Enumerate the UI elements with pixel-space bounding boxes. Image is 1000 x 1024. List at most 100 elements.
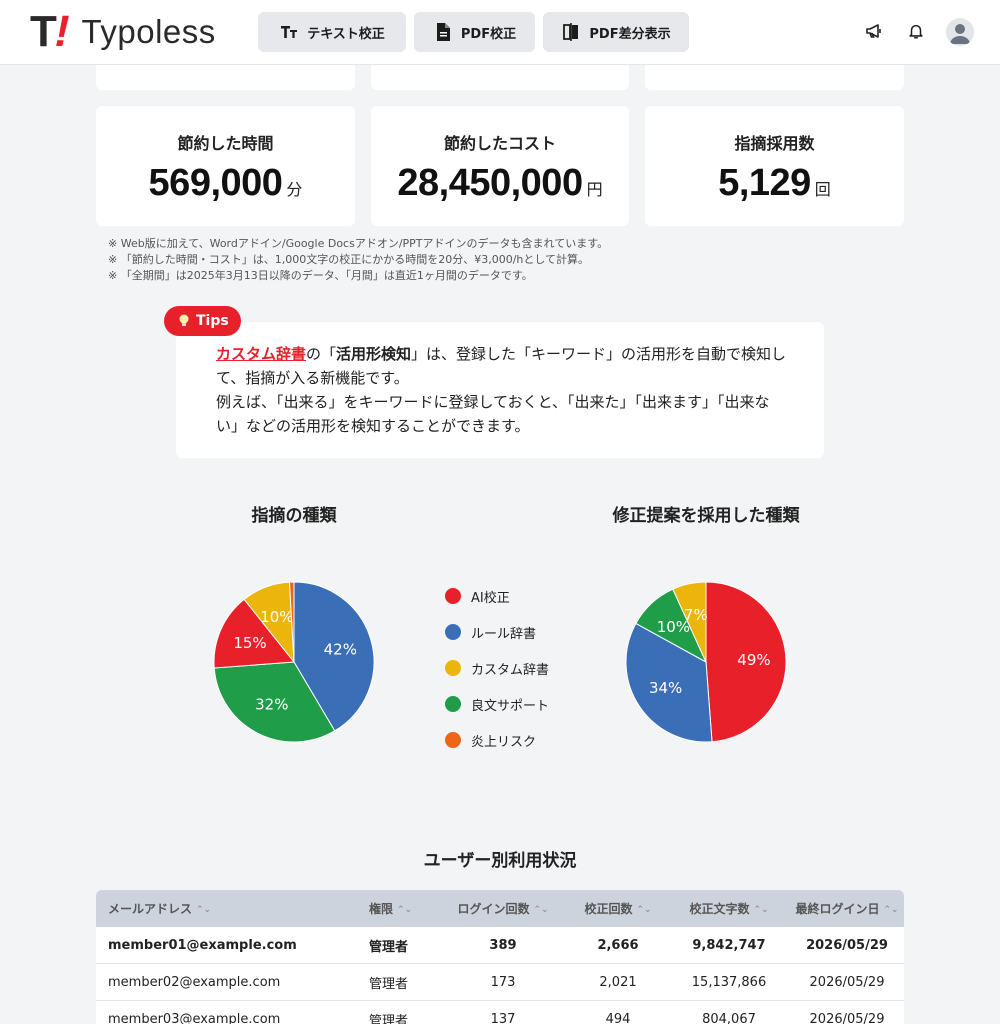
nav-label: PDF校正 — [460, 26, 517, 42]
stat-card-saved-cost: 節約したコスト 28,450,000 円 — [371, 106, 629, 226]
legend-label: AI校正 — [471, 590, 510, 606]
header-label: 校正回数 — [584, 902, 633, 916]
stat-unit: 分 — [286, 180, 303, 199]
stat-number: 569,000 — [148, 162, 283, 204]
logo-word-less: less — [155, 13, 216, 50]
logo-word-typo: Typo — [81, 13, 156, 50]
cell-login-count: 137 — [490, 1011, 516, 1024]
pie-chart-adopted-types: 49%34%10%7% — [625, 581, 787, 743]
cell-proofread-count: 494 — [605, 1011, 631, 1024]
user-usage-title: ユーザー別利用状況 — [423, 851, 577, 871]
header-char-count[interactable]: 校正文字数 ⌃⌄ — [668, 900, 790, 917]
cell-email: member02@example.com — [108, 974, 281, 990]
user-avatar-icon[interactable] — [946, 18, 974, 46]
cell-last-login: 2026/05/29 — [809, 1011, 885, 1024]
header-label: 権限 — [369, 902, 394, 916]
header-email[interactable]: メールアドレス ⌃⌄ — [96, 900, 358, 917]
sort-icon: ⌃⌄ — [753, 904, 769, 915]
stat-card-saved-time: 節約した時間 569,000 分 — [96, 106, 355, 226]
table-row: member02@example.com 管理者 173 2,021 15,13… — [96, 964, 904, 1001]
legend-dot — [445, 660, 461, 676]
tips-text-part: 例えば、「出来る」をキーワードに登録しておくと、「出来た」「出来ます」「出来ない… — [216, 393, 770, 435]
cell-role: 管理者 — [369, 939, 409, 955]
pie-chart-issue-types: 42% 32% 15% 10% — [213, 581, 375, 743]
stat-title: 指摘採用数 — [734, 134, 815, 153]
nav-label: PDF差分表示 — [589, 26, 671, 42]
app-header: T! Typo less テキスト校正 PDF校正 PDF差分表示 — [0, 0, 1000, 65]
pie-label-custom: 7% — [684, 606, 708, 624]
cell-login-count: 389 — [489, 937, 517, 953]
lightbulb-icon — [179, 314, 189, 326]
cell-char-count: 804,067 — [702, 1011, 756, 1024]
sort-icon: ⌃⌄ — [533, 904, 549, 915]
legend-dot — [445, 732, 461, 748]
chart-title-issue-types: 指摘の種類 — [251, 506, 337, 526]
sort-icon: ⌃⌄ — [883, 904, 899, 915]
header-role[interactable]: 権限 ⌃⌄ — [358, 900, 438, 917]
header-last-login[interactable]: 最終ログイン日 ⌃⌄ — [790, 900, 904, 917]
legend-dot — [445, 696, 461, 712]
table-row: member03@example.com 管理者 137 494 804,067… — [96, 1001, 904, 1024]
table-header: メールアドレス ⌃⌄ 権限 ⌃⌄ ログイン回数 ⌃⌄ 校正回数 ⌃⌄ 校正文字数 ⌃⌄ 最… — [96, 890, 904, 927]
cell-email: member03@example.com — [108, 1011, 281, 1024]
user-usage-table: メールアドレス ⌃⌄ 権限 ⌃⌄ ログイン回数 ⌃⌄ 校正回数 ⌃⌄ 校正文字数 ⌃⌄ 最… — [96, 890, 904, 1024]
header-label: メールアドレス — [108, 902, 193, 916]
stat-unit: 円 — [586, 180, 603, 199]
nav-pdf-proofread-button[interactable]: PDF校正 — [414, 12, 535, 52]
cell-role: 管理者 — [369, 1013, 409, 1024]
legend-label: ルール辞書 — [471, 626, 537, 642]
megaphone-icon[interactable] — [863, 20, 885, 42]
document-icon — [436, 23, 450, 41]
chart-title-adopted-types: 修正提案を採用した種類 — [612, 506, 800, 526]
chart-legend: AI校正 ルール辞書 カスタム辞書 良文サポート 炎上リスク — [445, 578, 549, 758]
note-line: ※ 「全期間」は2025年3月13日以降のデータ、「月間」は直近1ヶ月間のデータ… — [108, 269, 533, 282]
pie-label-rule: 34% — [649, 679, 682, 697]
note-line: ※ Web版に加えて、Wordアドイン/Google Docsアドオン/PPTア… — [108, 237, 609, 250]
note-line: ※ 「節約した時間・コスト」は、1,000文字の校正にかかる時間を20分、¥3,… — [108, 253, 590, 266]
cell-proofread-count: 2,021 — [599, 974, 637, 990]
nav-text-proofread-button[interactable]: テキスト校正 — [258, 12, 406, 52]
legend-item-style[interactable]: 良文サポート — [445, 686, 549, 722]
nav-pdf-diff-button[interactable]: PDF差分表示 — [543, 12, 689, 52]
cell-email: member01@example.com — [108, 937, 297, 953]
stat-card-adopted-count: 指摘採用数 5,129 回 — [645, 106, 904, 226]
table-row: member01@example.com 管理者 389 2,666 9,842… — [96, 927, 904, 964]
legend-label: 良文サポート — [471, 698, 550, 714]
bell-icon[interactable] — [905, 20, 927, 42]
sort-icon: ⌃⌄ — [397, 904, 413, 915]
legend-item-risk[interactable]: 炎上リスク — [445, 722, 549, 758]
cell-char-count: 9,842,747 — [692, 937, 766, 953]
header-login-count[interactable]: ログイン回数 ⌃⌄ — [438, 900, 568, 917]
custom-dictionary-link[interactable]: カスタム辞書 — [216, 345, 306, 363]
stat-title: 節約したコスト — [443, 134, 556, 153]
text-size-icon — [281, 26, 298, 38]
pie-label-rule: 42% — [324, 640, 357, 658]
stats-notes: ※ Web版に加えて、Wordアドイン/Google Docsアドオン/PPTア… — [108, 236, 608, 284]
stat-value: 28,450,000 円 — [371, 162, 629, 205]
tips-badge-label: Tips — [196, 313, 229, 329]
legend-label: カスタム辞書 — [471, 662, 550, 678]
stat-number: 28,450,000 — [397, 162, 583, 204]
tips-bold-text: 活用形検知 — [336, 345, 412, 363]
pie-label-ai: 49% — [737, 651, 770, 669]
legend-item-ai[interactable]: AI校正 — [445, 578, 549, 614]
header-label: 校正文字数 — [689, 902, 750, 916]
typoless-logo[interactable]: T! Typo less — [30, 7, 216, 56]
header-label: ログイン回数 — [457, 902, 530, 916]
tips-text: カスタム辞書の「活用形検知」は、登録した「キーワード」の活用形を自動で検知して、… — [216, 342, 791, 438]
stat-value: 569,000 分 — [96, 162, 355, 205]
tips-badge: Tips — [164, 306, 241, 336]
cell-last-login: 2026/05/29 — [809, 974, 885, 990]
cell-proofread-count: 2,666 — [597, 937, 639, 953]
legend-item-rule[interactable]: ルール辞書 — [445, 614, 549, 650]
tips-box: カスタム辞書の「活用形検知」は、登録した「キーワード」の活用形を自動で検知して、… — [176, 322, 824, 458]
legend-label: 炎上リスク — [471, 734, 537, 750]
header-proofread-count[interactable]: 校正回数 ⌃⌄ — [568, 900, 668, 917]
legend-dot — [445, 588, 461, 604]
tips-text-part: の「 — [306, 345, 337, 363]
pie-label-custom: 10% — [260, 608, 293, 626]
pie-label-style: 32% — [255, 696, 288, 714]
legend-item-custom[interactable]: カスタム辞書 — [445, 650, 549, 686]
stat-value: 5,129 回 — [645, 162, 904, 205]
cell-login-count: 173 — [490, 974, 516, 990]
